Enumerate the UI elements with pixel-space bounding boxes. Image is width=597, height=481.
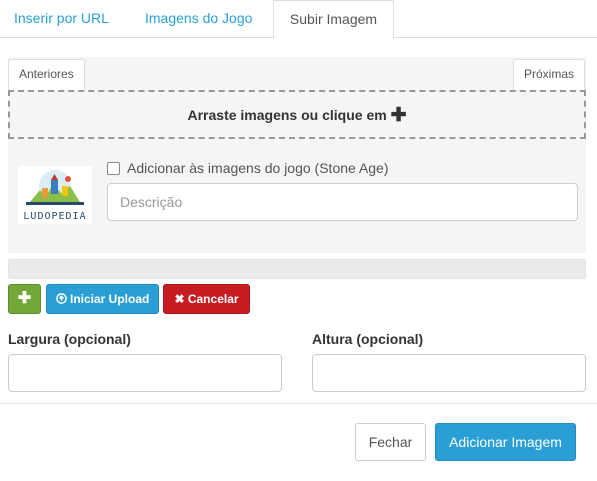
add-to-game-checkbox[interactable] — [107, 161, 120, 175]
add-to-game-label: Adicionar às imagens do jogo (Stone Age) — [127, 160, 389, 176]
close-button[interactable]: Fechar — [355, 423, 426, 461]
tab-bar: Inserir por URL Imagens do Jogo Subir Im… — [0, 0, 597, 39]
next-button[interactable]: Próximas — [513, 59, 586, 90]
ludopedia-logo-icon — [26, 170, 84, 205]
arrow-circle-up-icon — [55, 293, 67, 304]
add-to-game-option[interactable]: Adicionar às imagens do jogo (Stone Age) — [107, 158, 389, 178]
height-input[interactable] — [312, 354, 586, 392]
plus-icon: ✚ — [390, 105, 407, 126]
previous-button[interactable]: Anteriores — [8, 59, 85, 90]
tab-game-images[interactable]: Imagens do Jogo — [145, 0, 252, 38]
add-image-button[interactable]: Adicionar Imagem — [435, 423, 576, 461]
dropzone-text: Arraste imagens ou clique em — [187, 107, 387, 123]
tab-insert-url[interactable]: Inserir por URL — [14, 0, 109, 38]
footer-divider — [0, 403, 597, 404]
start-upload-label: Iniciar Upload — [69, 292, 150, 306]
add-files-button[interactable]: ✚ — [8, 284, 41, 314]
plus-icon: ✚ — [17, 290, 32, 307]
height-label: Altura (opcional) — [312, 331, 424, 347]
dropzone[interactable]: Arraste imagens ou clique em ✚ — [8, 90, 586, 139]
logo-text: LUDOPEDIA — [23, 211, 87, 222]
upload-panel — [8, 57, 586, 253]
width-input[interactable] — [8, 354, 282, 392]
cancel-upload-label: Cancelar — [187, 292, 239, 306]
width-label: Largura (opcional) — [8, 331, 131, 347]
times-icon: ✖ — [174, 292, 185, 306]
tab-upload-image[interactable]: Subir Imagem — [273, 0, 394, 39]
image-thumbnail: LUDOPEDIA — [18, 166, 92, 224]
description-input[interactable] — [107, 183, 578, 221]
start-upload-button[interactable]: Iniciar Upload — [46, 284, 159, 314]
upload-progress-bar — [8, 259, 586, 279]
cancel-upload-button[interactable]: ✖ Cancelar — [163, 284, 250, 314]
